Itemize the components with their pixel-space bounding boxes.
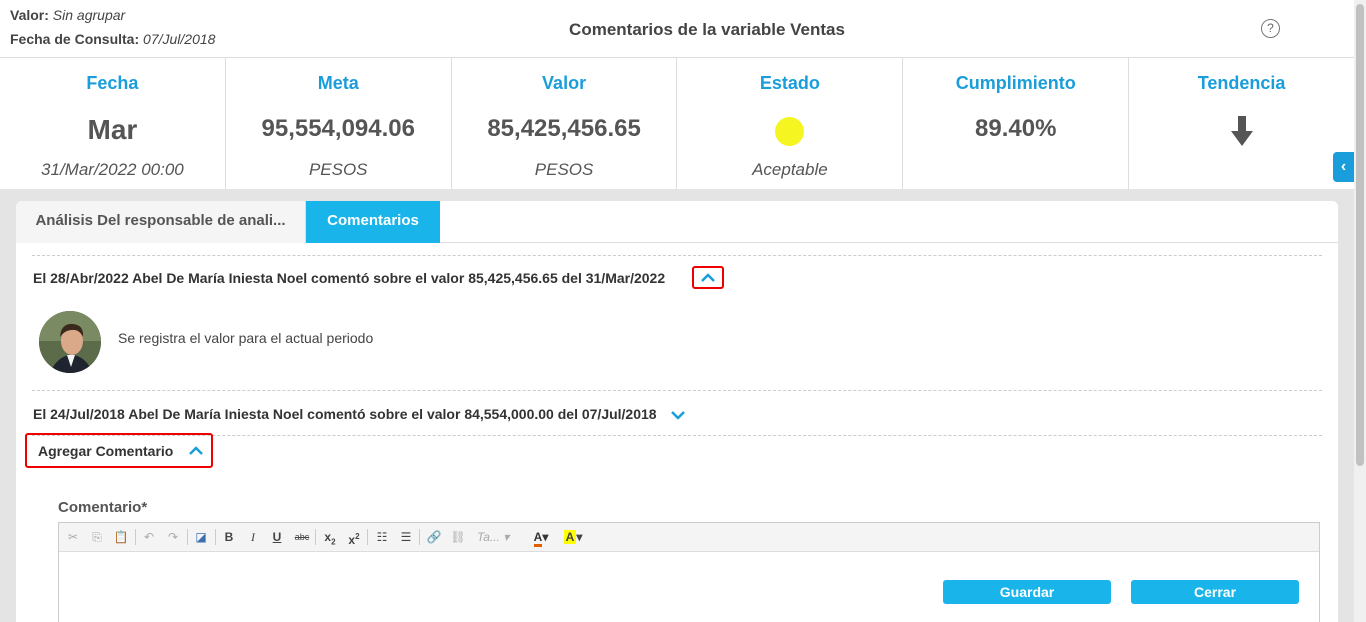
undo-icon[interactable]: ↶	[141, 528, 157, 546]
summary-value: 85,425,456.65	[487, 115, 641, 142]
summary-value: Mar	[87, 114, 138, 145]
subscript-icon[interactable]: x2	[321, 528, 339, 546]
tab-comentarios[interactable]: Comentarios	[306, 201, 440, 243]
summary-label: Meta	[317, 73, 359, 93]
bold-icon[interactable]: B	[221, 528, 237, 546]
scrollbar-thumb[interactable]	[1356, 4, 1364, 466]
collapse-comment-button[interactable]	[692, 266, 724, 289]
tab-bar: Análisis Del responsable de anali... Com…	[16, 201, 1338, 243]
add-comment-label[interactable]: Agregar Comentario	[38, 443, 173, 459]
summary-valor: Valor 85,425,456.65 PESOS	[452, 58, 678, 189]
divider	[32, 390, 1322, 391]
bulleted-list-icon[interactable]: ☰	[397, 528, 415, 546]
toolbar-separator	[367, 529, 368, 545]
save-button[interactable]: Guardar	[943, 580, 1111, 604]
chevron-up-icon[interactable]	[187, 444, 205, 458]
close-button[interactable]: Cerrar	[1131, 580, 1299, 604]
superscript-icon[interactable]: x2	[345, 528, 363, 547]
header-bar: Valor: Sin agrupar Fecha de Consulta: 07…	[0, 0, 1354, 58]
underline-icon[interactable]: U	[269, 528, 285, 546]
toolbar-separator	[419, 529, 420, 545]
trend-down-arrow-icon	[1230, 116, 1253, 146]
font-select[interactable]: Ta... ▾	[477, 528, 521, 546]
user-avatar-icon	[39, 311, 101, 373]
avatar	[39, 311, 101, 373]
summary-sub: PESOS	[308, 160, 368, 179]
help-icon[interactable]: ?	[1261, 19, 1280, 38]
divider	[32, 255, 1322, 256]
toolbar-separator	[215, 529, 216, 545]
summary-value: 89.40%	[975, 115, 1057, 142]
summary-cumplimiento: Cumplimiento 89.40%	[903, 58, 1130, 189]
status-dot-icon	[774, 117, 804, 146]
chevron-down-icon[interactable]	[666, 408, 690, 422]
font-select-label: Ta...	[477, 530, 500, 544]
summary-sub: Aceptable	[752, 160, 828, 179]
summary-label: Tendencia	[1197, 73, 1286, 93]
summary-label: Fecha	[86, 73, 139, 93]
link-icon[interactable]: 🔗	[425, 528, 443, 546]
summary-sub: PESOS	[534, 160, 594, 179]
paste-icon[interactable]: 📋	[113, 528, 129, 546]
comments-panel: Análisis Del responsable de anali... Com…	[16, 201, 1338, 622]
toolbar-separator	[315, 529, 316, 545]
background-color-icon[interactable]: A ▾	[561, 528, 585, 546]
summary-label: Estado	[759, 73, 820, 93]
comment-text: Se registra el valor para el actual peri…	[118, 330, 374, 346]
indicator-summary: Fecha Mar 31/Mar/2022 00:00 Meta 95,554,…	[0, 58, 1354, 189]
eraser-icon[interactable]: ◪	[193, 528, 209, 546]
summary-label: Valor	[542, 73, 587, 93]
summary-meta: Meta 95,554,094.06 PESOS	[226, 58, 452, 189]
scrollbar[interactable]	[1354, 0, 1366, 622]
copy-icon[interactable]: ⎘	[89, 528, 105, 546]
toolbar-separator	[187, 529, 188, 545]
editor-toolbar: ✂ ⎘ 📋 ↶ ↷ ◪ B I U abc x2 x2 ☷ ☰ 🔗 ⛓ Ta..…	[59, 523, 1319, 552]
comment-field-label: Comentario*	[58, 499, 148, 516]
summary-tendencia: Tendencia	[1129, 58, 1354, 189]
unlink-icon[interactable]: ⛓	[449, 528, 467, 546]
summary-value: 95,554,094.06	[261, 115, 415, 142]
cut-icon[interactable]: ✂	[65, 528, 81, 546]
chevron-up-icon	[701, 273, 715, 282]
comment-header-1[interactable]: El 28/Abr/2022 Abel De María Iniesta Noe…	[33, 270, 665, 286]
summary-fecha: Fecha Mar 31/Mar/2022 00:00	[0, 58, 226, 189]
comment-header-2[interactable]: El 24/Jul/2018 Abel De María Iniesta Noe…	[33, 406, 690, 422]
rich-text-editor[interactable]: ✂ ⎘ 📋 ↶ ↷ ◪ B I U abc x2 x2 ☷ ☰ 🔗 ⛓ Ta..…	[58, 522, 1320, 622]
strikethrough-icon[interactable]: abc	[293, 528, 311, 546]
summary-sub: 31/Mar/2022 00:00	[41, 160, 184, 179]
tab-analisis[interactable]: Análisis Del responsable de anali...	[16, 201, 306, 243]
numbered-list-icon[interactable]: ☷	[373, 528, 391, 546]
summary-estado: Estado Aceptable	[677, 58, 904, 189]
side-panel-toggle-icon[interactable]: ‹	[1333, 152, 1354, 182]
comment-header-text: El 24/Jul/2018 Abel De María Iniesta Noe…	[33, 406, 657, 422]
redo-icon[interactable]: ↷	[165, 528, 181, 546]
toolbar-separator	[135, 529, 136, 545]
summary-label: Cumplimiento	[955, 73, 1076, 93]
divider	[32, 435, 1322, 436]
italic-icon[interactable]: I	[245, 528, 261, 546]
page-title: Comentarios de la variable Ventas	[569, 20, 845, 39]
font-color-icon[interactable]: A▾	[529, 528, 553, 547]
